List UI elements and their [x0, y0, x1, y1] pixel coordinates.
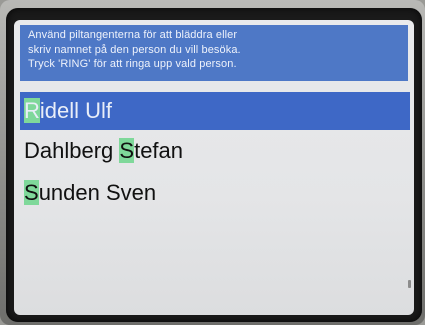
contact-name-rest: idell Ulf	[39, 98, 113, 123]
search-match-highlight: S	[119, 138, 135, 163]
contact-list: Ridell Ulf Dahlberg Stefan Sunden Sven	[20, 92, 410, 214]
scrollbar[interactable]	[408, 280, 411, 288]
instructions-line-1: Använd piltangenterna för att bläddra el…	[28, 29, 238, 41]
instructions-line-2: skriv namnet på den person du vill besök…	[28, 43, 241, 56]
instructions-banner: Använd piltangenterna för att bläddra el…	[20, 25, 408, 81]
search-match-highlight: R	[24, 98, 40, 123]
contact-name-prefix: Dahlberg	[24, 138, 120, 163]
contact-name-rest: tefan	[134, 138, 184, 163]
contact-name-rest: unden Sven	[38, 180, 157, 205]
search-match-highlight: S	[24, 180, 39, 205]
display-screen: Använd piltangenterna för att bläddra el…	[14, 20, 414, 315]
instructions-line-3: Tryck 'RING' för att ringa upp vald pers…	[28, 58, 237, 70]
contact-item-sunden-sven[interactable]: Sunden Sven	[20, 172, 410, 214]
contact-item-ridell-ulf[interactable]: Ridell Ulf	[20, 92, 410, 130]
contact-item-dahlberg-stefan[interactable]: Dahlberg Stefan	[20, 130, 410, 172]
